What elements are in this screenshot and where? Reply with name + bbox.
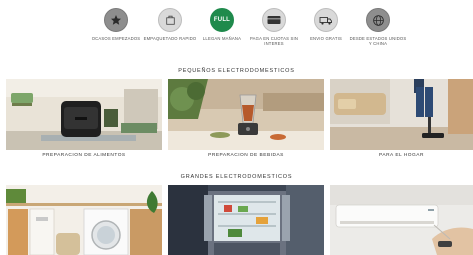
feature-item-ocasos[interactable]: Ocasos empezados [86, 8, 146, 41]
washing-machine-image [6, 185, 162, 255]
category-card-air-conditioner[interactable] [330, 185, 473, 255]
section-title-small-appliances: Pequeños electrodomesticos [178, 68, 295, 74]
full-badge-icon: FULL [210, 8, 234, 32]
credit-card-icon [262, 8, 286, 32]
globe-icon [366, 8, 390, 32]
air-conditioner-image [330, 185, 473, 255]
features-bar: Ocasos empezados Empaquetado rapido FULL… [0, 0, 473, 58]
feature-item-empaquetado[interactable]: Empaquetado rapido [140, 8, 200, 41]
blender-image [168, 79, 324, 150]
feature-item-internacional[interactable]: Desde Estados Unidos y China [348, 8, 408, 46]
refrigerator-image [168, 185, 324, 255]
feature-label: Empaquetado rapido [143, 36, 197, 41]
feature-label: Paga en cuotas sin interes [249, 36, 299, 46]
category-caption: Para el hogar [379, 153, 424, 158]
category-caption: Preparacion de bebidas [208, 153, 284, 158]
category-caption: Preparacion de alimentos [42, 153, 126, 158]
feature-label: Desde Estados Unidos y China [349, 36, 407, 46]
truck-icon [314, 8, 338, 32]
feature-label: Envio gratis [310, 36, 342, 41]
feature-label: Llegan mañana [202, 36, 242, 41]
star-icon [104, 8, 128, 32]
feature-label: Ocasos empezados [91, 36, 141, 41]
air-fryer-image [6, 79, 162, 150]
category-card-home[interactable]: Para el hogar [330, 79, 473, 163]
category-card-food-prep[interactable]: Preparacion de alimentos [6, 79, 162, 163]
category-card-refrigerator[interactable] [168, 185, 324, 255]
category-card-drinks[interactable]: Preparacion de bebidas [168, 79, 324, 163]
category-card-washing[interactable] [6, 185, 162, 255]
section-title-large-appliances: Grandes electrodomesticos [180, 174, 293, 180]
feature-item-full[interactable]: FULL Llegan mañana [192, 8, 252, 41]
package-icon [158, 8, 182, 32]
feature-item-envio[interactable]: Envio gratis [296, 8, 356, 41]
vacuum-image [330, 79, 473, 150]
full-badge-text: FULL [213, 17, 231, 23]
feature-item-cuotas[interactable]: Paga en cuotas sin interes [244, 8, 304, 46]
